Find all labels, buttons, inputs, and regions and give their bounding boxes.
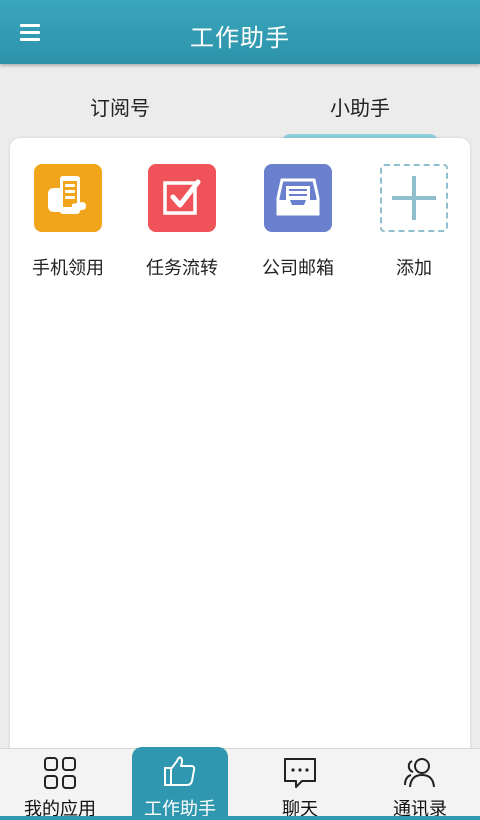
bottom-accent-line bbox=[0, 816, 480, 820]
nav-chat[interactable]: 聊天 bbox=[240, 749, 360, 820]
checkbox-icon bbox=[148, 164, 216, 232]
app-company-mail[interactable]: 公司邮箱 bbox=[240, 164, 356, 280]
app-task-flow[interactable]: 任务流转 bbox=[124, 164, 240, 280]
grid-icon bbox=[42, 755, 78, 791]
nav-contacts[interactable]: 通讯录 bbox=[360, 749, 480, 820]
page-title: 工作助手 bbox=[190, 24, 290, 52]
app-label: 公司邮箱 bbox=[262, 258, 334, 279]
app-header: 工作助手 bbox=[0, 0, 480, 64]
add-app-button[interactable]: 添加 bbox=[356, 164, 472, 280]
contacts-icon bbox=[402, 755, 438, 791]
thumbs-up-icon bbox=[162, 753, 198, 789]
assistant-apps-panel: 手机领用 任务流转 公司邮箱 添加 bbox=[10, 138, 470, 758]
nav-work-assistant[interactable]: 工作助手 bbox=[132, 747, 228, 820]
bottom-navigation: 我的应用 工作助手 聊天 通讯录 bbox=[0, 747, 480, 820]
tab-assistant[interactable]: 小助手 bbox=[240, 92, 480, 121]
phone-hand-icon bbox=[34, 164, 102, 232]
inbox-icon bbox=[264, 164, 332, 232]
tab-bar: 订阅号 小助手 bbox=[0, 64, 480, 144]
add-icon bbox=[380, 164, 448, 232]
app-phone-checkout[interactable]: 手机领用 bbox=[10, 164, 126, 280]
app-label: 任务流转 bbox=[146, 258, 218, 279]
tab-subscriptions[interactable]: 订阅号 bbox=[0, 92, 240, 121]
chat-bubble-icon bbox=[282, 755, 318, 791]
app-label: 手机领用 bbox=[32, 258, 104, 279]
app-label: 添加 bbox=[396, 258, 432, 279]
nav-my-apps[interactable]: 我的应用 bbox=[0, 749, 120, 820]
